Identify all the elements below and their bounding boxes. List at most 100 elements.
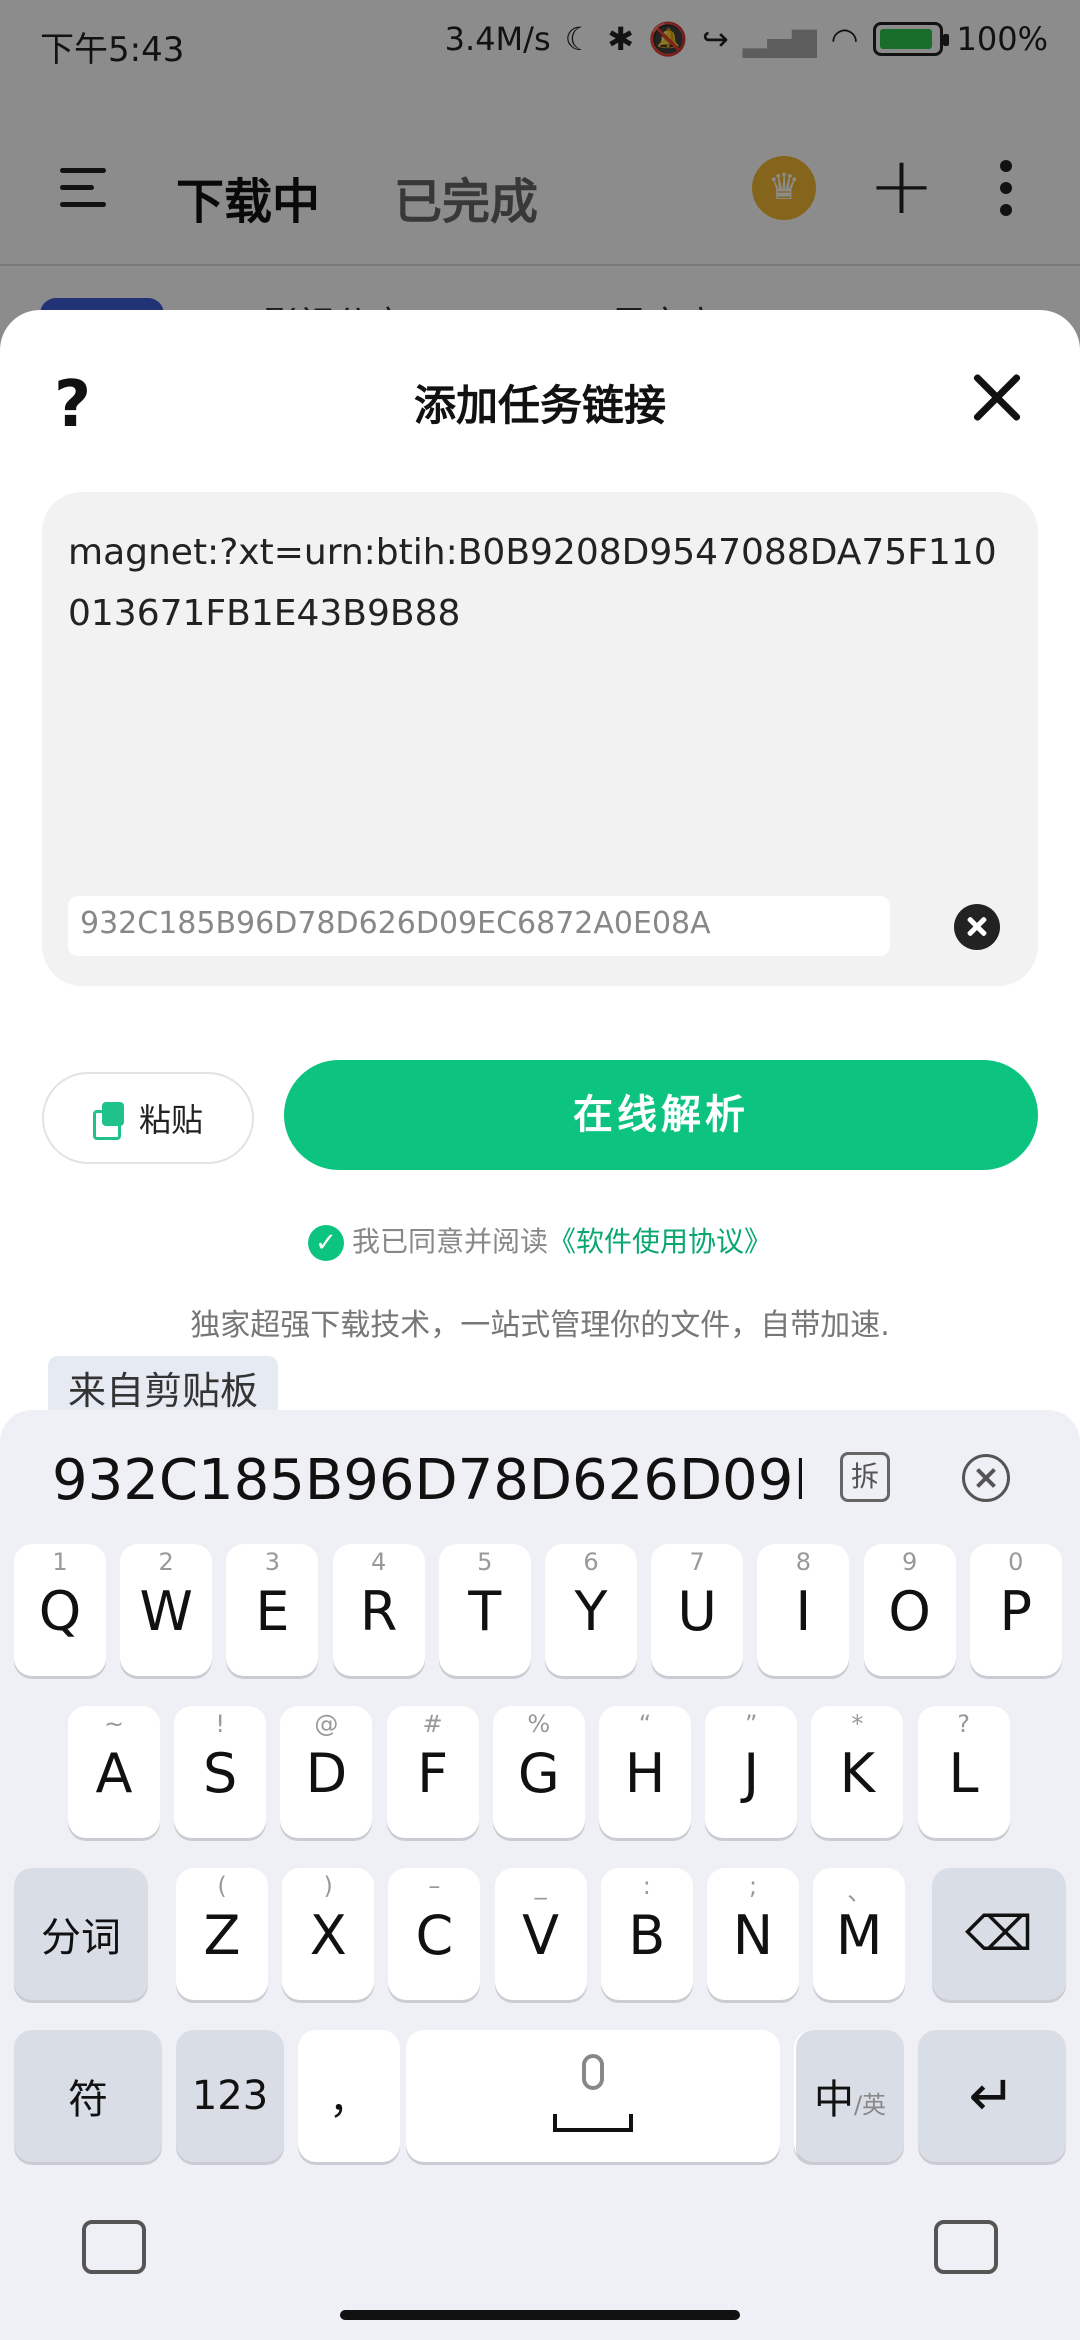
key-hint: 8 [795,1548,812,1576]
agreement-link[interactable]: 《软件使用协议》 [548,1225,772,1258]
check-icon[interactable]: ✓ [307,1225,344,1261]
clear-icon[interactable] [954,904,1000,950]
microphone-icon [582,2054,604,2090]
link-input[interactable]: magnet:?xt=urn:btih:B0B9208D9547088DA75F… [42,492,1038,986]
key-hint: * [851,1710,864,1738]
key-label: B [628,1904,666,1967]
key-label: K [839,1742,876,1805]
key-hint: ” [744,1710,758,1738]
key-label: D [305,1742,348,1805]
key-hint: 、 [847,1878,872,1906]
key-label: R [359,1580,398,1643]
clipboard-icon[interactable] [934,2220,998,2274]
key-hint: 0 [1008,1548,1024,1576]
key-o[interactable]: 9O [863,1544,956,1676]
link-text[interactable]: magnet:?xt=urn:btih:B0B9208D9547088DA75F… [68,522,1016,644]
key-hint: 1 [52,1548,68,1576]
key-label: S [203,1742,238,1805]
key-m[interactable]: 、 M [813,1868,906,2000]
key-hint: % [527,1710,551,1738]
add-task-sheet: ? 添加任务链接 magnet:?xt=urn:btih:B0B9208D954… [0,310,1080,1420]
key-f[interactable]: # F [386,1706,479,1838]
backspace-key[interactable]: ⌫ [932,1868,1066,2000]
key-a[interactable]: ~ A [68,1706,160,1838]
tagline: 独家超强下载技术，一站式管理你的文件，自带加速. [190,1308,890,1343]
key-g[interactable]: % G [492,1706,585,1838]
home-indicator[interactable] [340,2310,740,2320]
numbers-key[interactable]: 123 [176,2030,284,2162]
key-hint: ; [748,1872,758,1900]
key-label: Y [574,1580,608,1643]
key-x[interactable]: ) X [282,1868,375,2000]
key-h[interactable]: “H [599,1706,691,1838]
enter-key[interactable]: ↵ [918,2030,1066,2162]
key-label: P [999,1580,1033,1643]
close-icon[interactable] [970,370,1024,424]
key-hint: : [642,1872,651,1900]
key-p[interactable]: 0P [969,1544,1062,1676]
segment-key[interactable]: 分词 [14,1868,148,2000]
comma-key[interactable]: ， [298,2030,400,2162]
key-hint: ( [217,1872,227,1900]
space-key[interactable] [406,2030,780,2162]
key-label: G [517,1742,560,1805]
key-s[interactable]: ! S [174,1706,267,1838]
key-c[interactable]: – C [388,1868,481,2000]
key-label: W [139,1580,193,1643]
key-label: M [835,1904,883,1967]
key-u[interactable]: 7U [651,1544,744,1676]
key-j[interactable]: ” J [705,1706,798,1838]
paste-icon [92,1102,125,1140]
close-candidate-icon[interactable] [962,1454,1010,1502]
key-d[interactable]: @ D [280,1706,373,1838]
key-label: F [417,1742,449,1805]
key-hint: 9 [901,1548,918,1576]
key-label: I [795,1580,812,1643]
key-hint: 2 [158,1548,174,1576]
backspace-icon: ⌫ [965,1906,1033,1962]
key-label: J [743,1742,760,1805]
keyboard-icon[interactable] [82,2220,146,2274]
agreement-row: ✓ 我已同意并阅读《软件使用协议》 [0,1220,1080,1261]
key-y[interactable]: 6Y [545,1544,637,1676]
keyboard: 932C185B96D78D626D09EC6872A0E08A 拆 1Q2W3… [0,1410,1080,2340]
key-label: U [677,1580,717,1643]
key-q[interactable]: 1Q [14,1544,106,1676]
key-v[interactable]: _ V [494,1868,587,2000]
hash-field[interactable]: 932C185B96D78D626D09EC6872A0E08A [68,896,890,956]
sheet-title: 添加任务链接 [413,381,666,430]
key-z[interactable]: (Z [176,1868,268,2000]
lang-switch-label: 中/英 [813,2077,887,2123]
key-b[interactable]: :B [600,1868,693,2000]
key-hint: 5 [477,1548,493,1576]
key-hint: ! [215,1710,225,1738]
key-k[interactable]: * K [811,1706,904,1838]
key-label: N [732,1904,774,1967]
key-e[interactable]: 3E [226,1544,319,1676]
key-label: E [255,1580,290,1643]
key-label: V [522,1904,560,1967]
key-i[interactable]: 8I [757,1544,850,1676]
key-n[interactable]: ; N [707,1868,799,2000]
key-label: O [888,1580,931,1643]
key-label: L [948,1742,979,1805]
lang-switch-key[interactable]: 中/英 [796,2030,904,2162]
key-l[interactable]: ? L [917,1706,1010,1838]
key-w[interactable]: 2W [120,1544,213,1676]
split-icon[interactable]: 拆 [840,1452,890,1502]
paste-button[interactable]: 粘贴 [42,1072,254,1164]
key-label: H [624,1742,666,1805]
key-hint: “ [638,1710,652,1738]
key-hint: 7 [689,1548,705,1576]
space-icon [553,2114,633,2132]
symbols-key[interactable]: 符 [14,2030,162,2162]
agree-text: 我已同意并阅读 [351,1225,548,1258]
key-t[interactable]: 5T [438,1544,531,1676]
key-label: Q [38,1580,82,1643]
candidate-text[interactable]: 932C185B96D78D626D09EC6872A0E08A [52,1448,802,1513]
parse-online-button[interactable]: 在线解析 [284,1060,1038,1170]
key-label: A [95,1742,133,1805]
key-hint: ) [323,1872,333,1900]
key-r[interactable]: 4R [332,1544,425,1676]
key-hint: _ [534,1872,547,1900]
